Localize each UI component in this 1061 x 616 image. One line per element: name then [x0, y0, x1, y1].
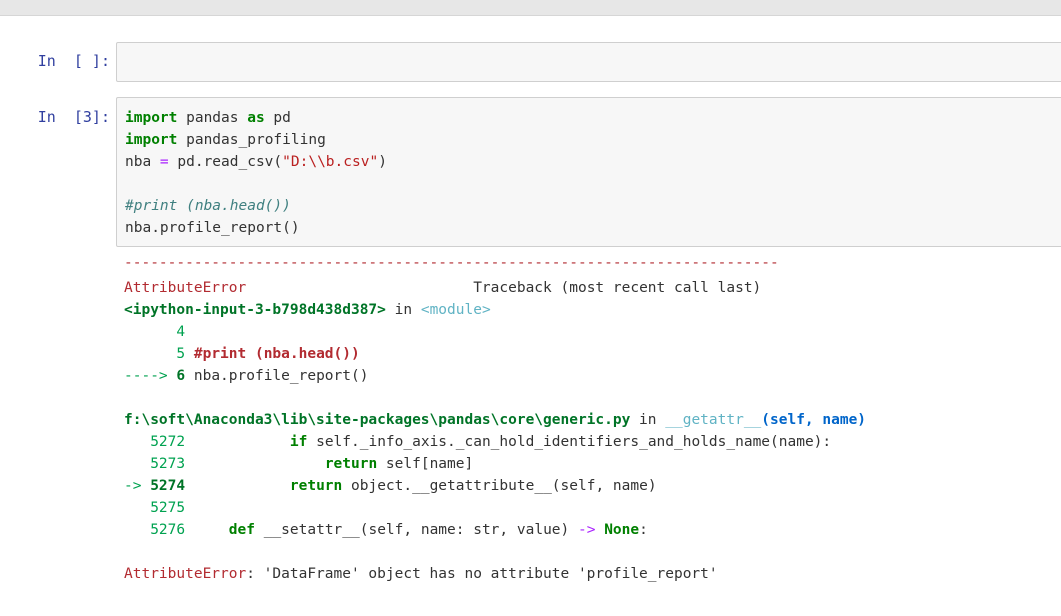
traceback-separator: ----------------------------------------…	[124, 255, 779, 271]
traceback-line: 4	[176, 324, 186, 340]
code-line: #print (nba.head())	[125, 198, 291, 214]
code-line: nba.profile_report()	[125, 220, 300, 236]
traceback-line: 5273 return self[name]	[150, 456, 474, 472]
traceback-line: 5 #print (nba.head())	[176, 346, 360, 362]
cell-prompt: In [ ]:	[37, 52, 110, 70]
traceback-label: Traceback (most recent call last)	[473, 280, 762, 296]
traceback-current-line: ----> 6 nba.profile_report()	[124, 368, 369, 384]
traceback-input-ref: <ipython-input-3-b798d438d387> in <modul…	[124, 302, 491, 318]
code-cell-editor[interactable]: import pandas as pd import pandas_profil…	[116, 97, 1061, 247]
code-line: import pandas_profiling	[125, 132, 326, 148]
notebook-toolbar-strip	[0, 0, 1061, 16]
code-line: nba = pd.read_csv("D:\\b.csv")	[125, 154, 387, 170]
traceback-line: 5275	[150, 500, 186, 516]
traceback-current-line: -> 5274 return object.__getattribute__(s…	[124, 478, 657, 494]
traceback-file-ref: f:\soft\Anaconda3\lib\site-packages\pand…	[124, 412, 867, 428]
code-line: import pandas as pd	[125, 110, 291, 126]
traceback-header: AttributeError Traceback (most recent ca…	[124, 277, 761, 299]
traceback-line: 5276 def __setattr__(self, name: str, va…	[150, 522, 648, 538]
traceback-line: 5272 if self._info_axis._can_hold_identi…	[150, 434, 832, 450]
error-name: AttributeError	[124, 280, 247, 296]
error-message: AttributeError: 'DataFrame' object has n…	[124, 566, 718, 582]
code-cell-empty[interactable]	[116, 42, 1061, 82]
cell-prompt: In [3]:	[37, 108, 110, 126]
